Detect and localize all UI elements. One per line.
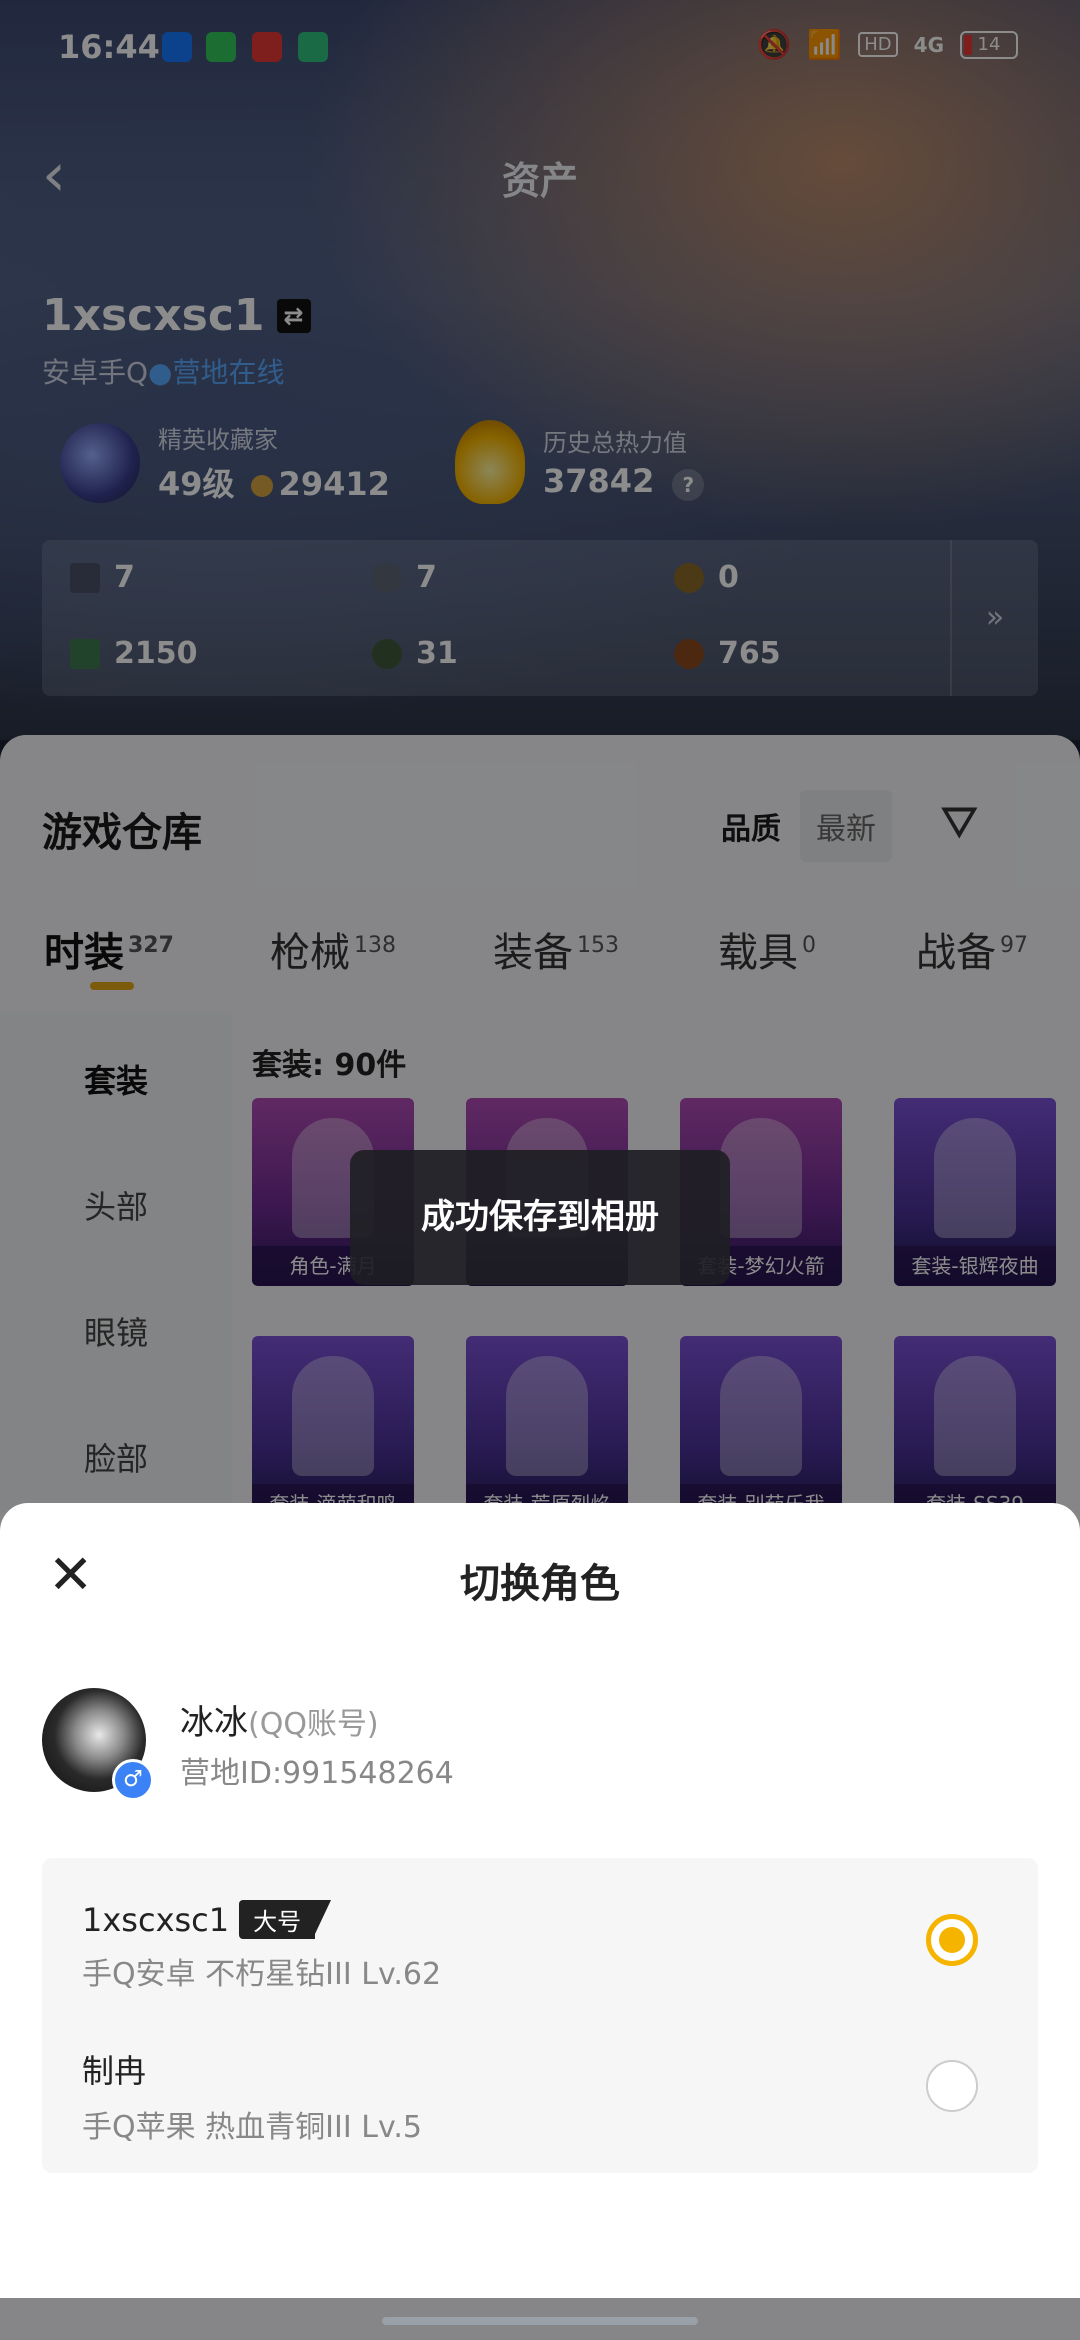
role-info: 手Q苹果 热血青铜III Lv.5	[82, 2110, 422, 2145]
role-item[interactable]: 1xscxsc1 大号 手Q安卓 不朽星钻III Lv.62	[82, 1900, 982, 1993]
role-name: 1xscxsc1	[82, 1900, 230, 1939]
radio-unselected[interactable]	[926, 2060, 978, 2112]
switch-role-sheet: ✕ 切换角色 ♂ 冰冰(QQ账号) 营地ID:991548264 1xscxsc…	[0, 1503, 1080, 2298]
radio-selected[interactable]	[926, 1914, 978, 1966]
user-name: 冰冰	[180, 1703, 248, 1743]
role-name: 制冉	[82, 2052, 147, 2090]
role-item[interactable]: 制冉 手Q苹果 热血青铜III Lv.5	[82, 2046, 982, 2146]
main-account-badge: 大号	[239, 1900, 332, 1939]
account-type: (QQ账号)	[248, 1707, 379, 1742]
role-list: 1xscxsc1 大号 手Q安卓 不朽星钻III Lv.62 制冉 手Q苹果 热血…	[42, 1858, 1038, 2173]
user-name-row: 冰冰(QQ账号)	[180, 1695, 379, 1744]
toast-message: 成功保存到相册	[350, 1150, 730, 1285]
camp-id: 营地ID:991548264	[180, 1756, 454, 1791]
role-info: 手Q安卓 不朽星钻III Lv.62	[82, 1957, 442, 1992]
male-icon: ♂	[112, 1759, 154, 1801]
sheet-title: 切换角色	[460, 1561, 620, 1607]
home-indicator	[382, 2317, 698, 2325]
